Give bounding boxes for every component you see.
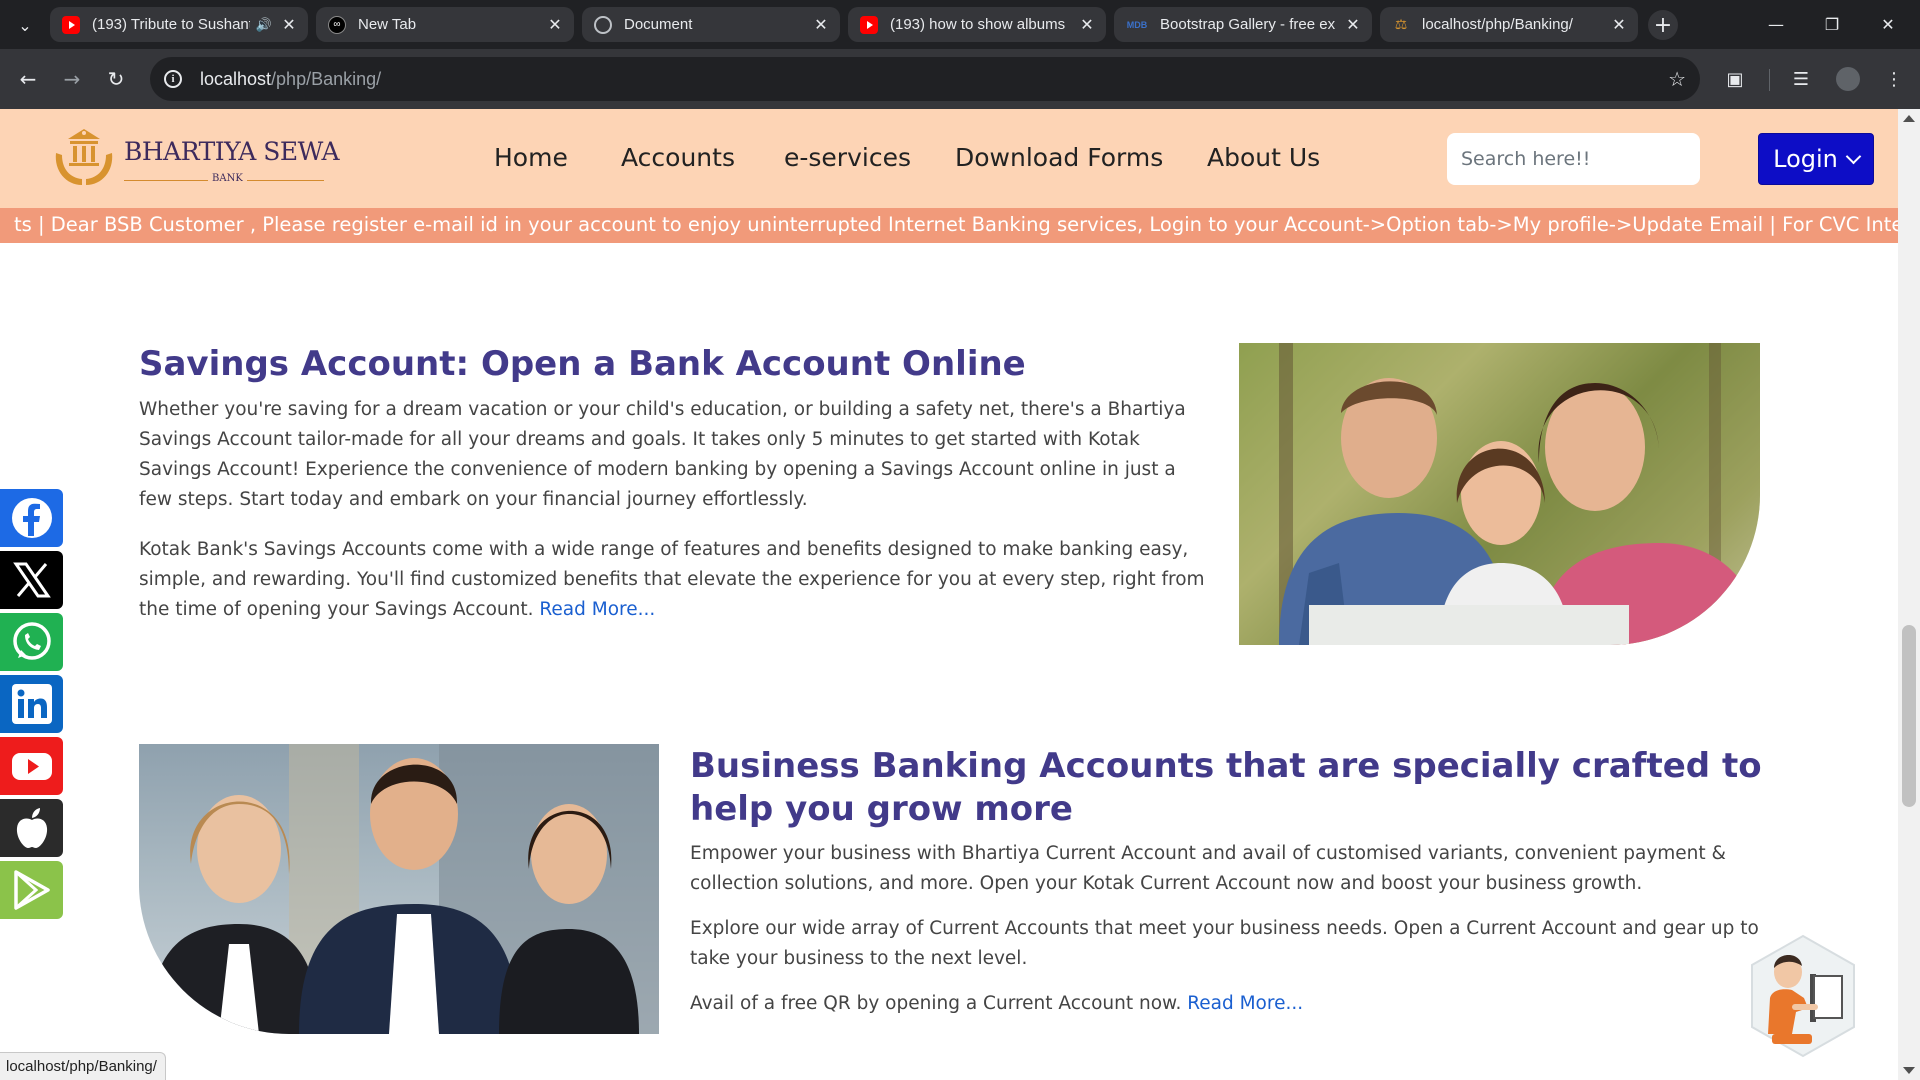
youtube-link[interactable]	[0, 737, 63, 795]
youtube-icon	[11, 753, 52, 780]
new-tab-icon: ∞	[328, 15, 346, 34]
address-bar[interactable]: i localhost/php/Banking/ ☆	[150, 57, 1700, 101]
whatsapp-link[interactable]	[0, 613, 63, 671]
tab-title: (193) Tribute to Sushant Singh Rajput	[92, 16, 250, 33]
business-paragraph-3: Avail of a free QR by opening a Current …	[690, 989, 1770, 1019]
nav-e-services[interactable]: e-services	[784, 143, 911, 172]
savings-paragraph-2: Kotak Bank's Savings Accounts come with …	[139, 535, 1209, 625]
bookmark-star-icon[interactable]: ☆	[1668, 67, 1686, 91]
linkedin-link[interactable]	[0, 675, 63, 733]
business-paragraph-3-text: Avail of a free QR by opening a Current …	[690, 993, 1182, 1014]
browser-tab[interactable]: MDB Bootstrap Gallery - free ex ✕	[1114, 7, 1372, 42]
x-icon	[12, 562, 51, 598]
bank-logo[interactable]: BHARTIYA SEWA BANK	[48, 123, 340, 195]
media-control-icon[interactable]: ☰	[1785, 63, 1817, 95]
browser-tab[interactable]: (193) Tribute to Sushant Singh Rajput 🔊 …	[50, 7, 308, 42]
url-text[interactable]: localhost/php/Banking/	[200, 69, 381, 90]
chat-support-widget[interactable]	[1748, 934, 1858, 1058]
tab-close-icon[interactable]: ✕	[1610, 15, 1628, 35]
whatsapp-icon	[12, 622, 51, 660]
browser-tab-active[interactable]: ⚖ localhost/php/Banking/ ✕	[1380, 7, 1638, 42]
tab-close-icon[interactable]: ✕	[546, 15, 564, 35]
bank-logo-icon	[55, 129, 113, 185]
url-host: localhost	[200, 68, 272, 89]
scroll-down-arrow-icon[interactable]	[1903, 1067, 1915, 1074]
family-photo	[1239, 343, 1760, 645]
tab-title: Document	[624, 16, 693, 33]
google-play-link[interactable]	[0, 861, 63, 919]
site-header: BHARTIYA SEWA BANK Home Accounts e-servi…	[0, 109, 1898, 208]
scrollbar-thumb[interactable]	[1902, 625, 1916, 807]
forward-icon[interactable]: →	[56, 63, 88, 95]
announcement-marquee[interactable]: ts | Dear BSB Customer , Please register…	[0, 208, 1898, 243]
status-bar-url: localhost/php/Banking/	[0, 1052, 166, 1080]
profile-avatar[interactable]	[1836, 67, 1860, 91]
nav-home[interactable]: Home	[494, 143, 568, 172]
browser-tab[interactable]: ∞ New Tab ✕	[316, 7, 574, 42]
url-path: /php/Banking/	[271, 68, 382, 89]
tab-close-icon[interactable]: ✕	[812, 15, 830, 35]
new-tab-button[interactable]: +	[1648, 10, 1678, 40]
tab-close-icon[interactable]: ✕	[280, 15, 298, 35]
marquee-text: ts | Dear BSB Customer , Please register…	[14, 213, 1898, 236]
browser-tab[interactable]: (193) how to show albums ✕	[848, 7, 1106, 42]
business-read-more-link[interactable]: Read More...	[1187, 993, 1303, 1014]
reload-icon[interactable]: ↻	[100, 63, 132, 95]
tab-title: localhost/php/Banking/	[1422, 16, 1573, 33]
back-icon[interactable]: ←	[12, 63, 44, 95]
browser-tab[interactable]: Document ✕	[582, 7, 840, 42]
family-photo-illustration	[1239, 343, 1760, 645]
scroll-up-arrow-icon[interactable]	[1903, 115, 1915, 122]
business-section-title: Business Banking Accounts that are speci…	[690, 746, 1762, 829]
tab-close-icon[interactable]: ✕	[1344, 15, 1362, 35]
nav-about-us[interactable]: About Us	[1207, 143, 1320, 172]
window-close-icon[interactable]: ✕	[1868, 8, 1908, 40]
bank-name: BHARTIYA SEWA	[124, 137, 340, 166]
speaker-icon[interactable]: 🔊	[256, 17, 272, 33]
chevron-down-icon	[1845, 148, 1862, 164]
restore-icon[interactable]: ❐	[1812, 8, 1852, 40]
business-team-photo	[139, 744, 659, 1034]
tab-search-chevron-icon[interactable]: ⌄	[10, 10, 40, 40]
savings-section-title: Savings Account: Open a Bank Account Onl…	[139, 344, 1026, 384]
x-link[interactable]	[0, 551, 63, 609]
savings-paragraph-1: Whether you're saving for a dream vacati…	[139, 399, 1186, 510]
bank-icon: ⚖	[1394, 16, 1408, 32]
business-paragraph-1: Empower your business with Bhartiya Curr…	[690, 843, 1726, 894]
savings-read-more-link[interactable]: Read More...	[539, 599, 655, 620]
tab-close-icon[interactable]: ✕	[1078, 15, 1096, 35]
minimize-icon[interactable]: —	[1756, 8, 1796, 40]
business-team-illustration	[149, 744, 659, 1034]
facebook-icon	[11, 498, 52, 538]
menu-kebab-icon[interactable]: ⋮	[1878, 63, 1910, 95]
extensions-icon[interactable]: ▣	[1719, 63, 1751, 95]
page-scrollbar[interactable]	[1898, 109, 1920, 1080]
tab-title: New Tab	[358, 16, 417, 33]
login-button[interactable]: Login	[1758, 133, 1874, 185]
globe-icon	[594, 15, 612, 34]
savings-paragraph-2-text: Kotak Bank's Savings Accounts come with …	[139, 539, 1205, 620]
tab-title: Bootstrap Gallery - free ex	[1160, 16, 1336, 33]
toolbar-divider	[1769, 69, 1770, 91]
tab-title: (193) how to show albums	[890, 16, 1066, 33]
apple-link[interactable]	[0, 799, 63, 857]
linkedin-icon	[11, 684, 52, 724]
business-paragraph-2: Explore our wide array of Current Accoun…	[690, 918, 1759, 969]
site-info-icon[interactable]: i	[164, 70, 182, 88]
browser-toolbar: ← → ↻ i localhost/php/Banking/ ☆ ▣ ☰ ⋮	[0, 49, 1920, 109]
page-viewport: BHARTIYA SEWA BANK Home Accounts e-servi…	[0, 109, 1898, 1080]
youtube-icon	[62, 15, 80, 34]
browser-tab-strip: ⌄ (193) Tribute to Sushant Singh Rajput …	[0, 0, 1920, 49]
google-play-icon	[13, 870, 50, 910]
login-label: Login	[1773, 145, 1838, 173]
nav-accounts[interactable]: Accounts	[621, 143, 735, 172]
mdb-icon: MDB	[1126, 19, 1148, 30]
search-input[interactable]	[1447, 133, 1700, 185]
bank-name-sub: BANK	[208, 173, 247, 184]
youtube-icon	[860, 15, 878, 34]
nav-download-forms[interactable]: Download Forms	[955, 143, 1163, 172]
support-agent-icon	[1751, 934, 1855, 1058]
apple-icon	[16, 808, 47, 848]
facebook-link[interactable]	[0, 489, 63, 547]
